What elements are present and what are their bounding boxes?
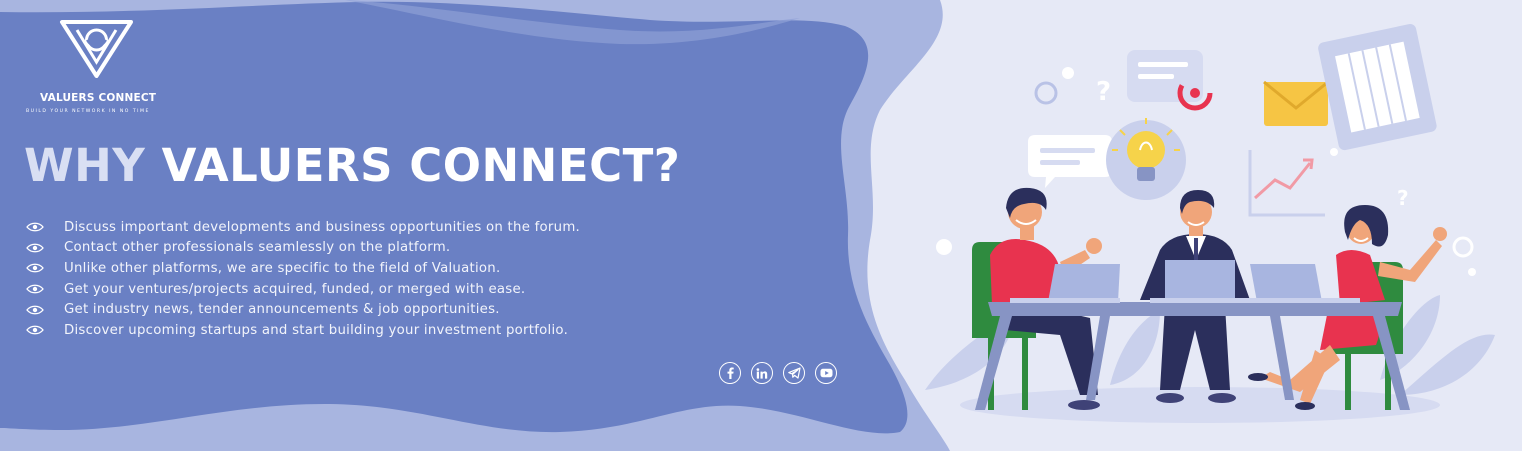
youtube-icon[interactable] [815,362,837,384]
feature-text: Contact other professionals seamlessly o… [64,240,451,256]
headline: WHY VALUERS CONNECT? [24,143,680,188]
eye-icon [26,264,44,273]
list-item: Discover upcoming startups and start bui… [26,320,580,341]
feature-text: Discuss important developments and busin… [64,219,580,235]
list-item: Contact other professionals seamlessly o… [26,238,580,259]
linkedin-icon[interactable] [751,362,773,384]
list-item: Discuss important developments and busin… [26,217,580,238]
eye-icon [26,305,44,315]
eye-icon [26,325,44,335]
feature-text: Discover upcoming startups and start bui… [64,322,569,338]
eye-icon [26,222,44,232]
headline-why: WHY [24,139,146,192]
headline-brand: VALUERS CONNECT? [161,139,681,192]
list-item: Get industry news, tender announcements … [26,299,580,320]
banner: VALUERS CONNECT BUILD YOUR NETWORK IN NO… [0,0,1522,451]
feature-text: Unlike other platforms, we are specific … [64,260,501,276]
valuers-connect-logo-icon [60,20,133,78]
meeting-illustration: ? ? [925,23,1495,423]
brand-block: VALUERS CONNECT BUILD YOUR NETWORK IN NO… [26,18,186,114]
feature-text: Get your ventures/projects acquired, fun… [64,281,526,297]
eye-icon [26,284,44,294]
feature-text: Get industry news, tender announcements … [64,302,500,318]
svg-text:?: ? [1096,77,1111,107]
brand-name: VALUERS CONNECT [40,92,157,104]
brand-tagline: BUILD YOUR NETWORK IN NO TIME [26,109,150,114]
feature-list: Discuss important developments and busin… [26,217,580,341]
eye-icon [26,243,44,253]
svg-text:?: ? [1397,186,1409,210]
list-item: Unlike other platforms, we are specific … [26,258,580,279]
list-item: Get your ventures/projects acquired, fun… [26,279,580,300]
facebook-icon[interactable] [719,362,741,384]
telegram-icon[interactable] [783,362,805,384]
social-links [719,362,837,384]
